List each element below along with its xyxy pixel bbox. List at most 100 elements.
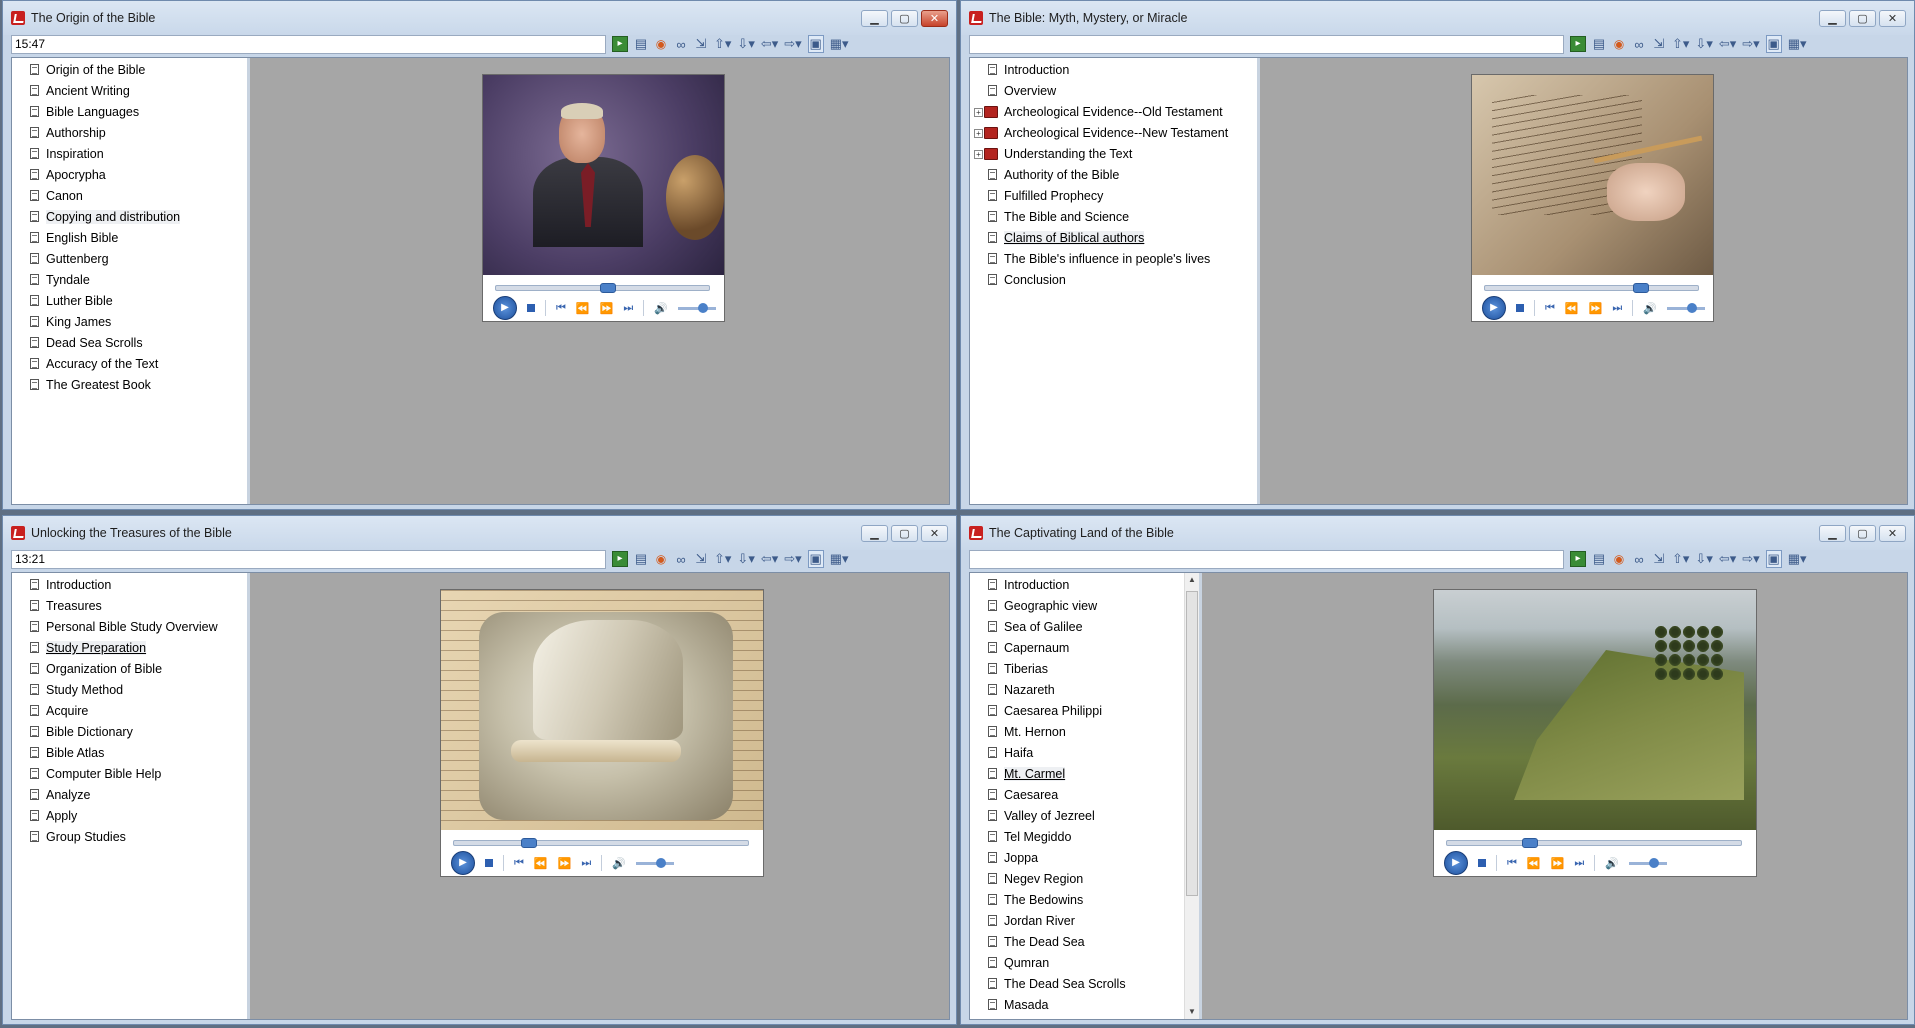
toc-item[interactable]: Sea of Galilee [970,617,1199,638]
minimize-icon[interactable]: ▁ [861,10,888,27]
next-icon[interactable]: ⏭ [1612,302,1622,315]
volume-icon[interactable]: 🔊 [612,857,626,870]
play-icon[interactable]: ▶ [1482,296,1506,320]
expand-icon[interactable]: + [974,108,983,117]
toc-item[interactable]: Tiberias [970,659,1199,680]
toc-item[interactable]: Bible Languages [12,102,247,123]
prev-icon[interactable]: ⏮ [514,857,524,870]
toc-item[interactable]: Accuracy of the Text [12,354,247,375]
seek-bar[interactable] [495,283,710,293]
record-icon[interactable]: ◉ [1612,552,1626,566]
down-arrow-icon[interactable]: ⇩▾ [1695,36,1712,52]
scroll-down-icon[interactable]: ▼ [1185,1005,1199,1019]
scroll-up-icon[interactable]: ▲ [1185,573,1199,587]
maximize-icon[interactable]: ▢ [891,10,918,27]
seek-bar[interactable] [1484,283,1699,293]
toc-item[interactable]: Introduction [12,575,247,596]
toc-item[interactable]: Luther Bible [12,291,247,312]
go-icon[interactable]: ▸ [1570,36,1586,52]
forward-arrow-icon[interactable]: ⇨▾ [1742,551,1759,567]
toc-item[interactable]: Caesarea [970,785,1199,806]
down-arrow-icon[interactable]: ⇩▾ [737,36,754,52]
address-field[interactable] [969,34,1564,54]
fast-forward-icon[interactable]: ⏩ [1589,302,1603,315]
toc-item[interactable]: Canon [12,186,247,207]
toc-item[interactable]: Valley of Jezreel [970,806,1199,827]
toc-item[interactable]: Mt. Hernon [970,722,1199,743]
next-icon[interactable]: ⏭ [623,302,633,315]
toc-item[interactable]: Conclusion [970,270,1257,291]
toc-item[interactable]: Analyze [12,785,247,806]
address-field[interactable] [11,34,606,54]
toc-item[interactable]: Tyndale [12,270,247,291]
volume-icon[interactable]: 🔊 [1643,302,1657,315]
toc-item[interactable]: + Archeological Evidence--New Testament [970,123,1257,144]
title-bar[interactable]: Unlocking the Treasures of the Bible ▁ ▢ ✕ [3,516,956,550]
back-arrow-icon[interactable]: ⇦▾ [1719,36,1736,52]
toc-item[interactable]: Acquire [12,701,247,722]
minimize-icon[interactable]: ▁ [1819,10,1846,27]
fast-forward-icon[interactable]: ⏩ [600,302,614,315]
volume-slider[interactable] [1666,302,1705,313]
go-icon[interactable]: ▸ [612,36,628,52]
volume-slider[interactable] [1628,857,1667,868]
seek-knob[interactable] [1633,283,1650,293]
volume-icon[interactable]: 🔊 [1605,857,1619,870]
toc-item[interactable]: Overview [970,81,1257,102]
go-icon[interactable]: ▸ [1570,551,1586,567]
down-arrow-icon[interactable]: ⇩▾ [737,551,754,567]
record-icon[interactable]: ◉ [654,37,668,51]
toc-scrollbar[interactable]: ▲ ▼ [1184,573,1199,1019]
toc-item[interactable]: + Archeological Evidence--Old Testament [970,102,1257,123]
toc-item[interactable]: The Bedowins [970,890,1199,911]
resize-icon[interactable]: ⇲ [1652,36,1666,52]
toc-item[interactable]: Masada [970,995,1199,1016]
toc-item[interactable]: Introduction [970,575,1199,596]
toc-item[interactable]: The Bible and Science [970,207,1257,228]
up-arrow-icon[interactable]: ⇧▾ [1672,36,1689,52]
toc-item[interactable]: Study Preparation [12,638,247,659]
layout-icon[interactable]: ▣ [1765,35,1782,53]
toc-item[interactable]: Computer Bible Help [12,764,247,785]
toc-item[interactable]: Introduction [970,60,1257,81]
forward-arrow-icon[interactable]: ⇨▾ [1742,36,1759,52]
toc-item[interactable]: Bible Dictionary [12,722,247,743]
seek-bar[interactable] [453,838,749,848]
address-field[interactable] [11,549,606,569]
layout-icon[interactable]: ▣ [807,35,824,53]
fast-forward-icon[interactable]: ⏩ [558,857,572,870]
rewind-icon[interactable]: ⏪ [534,857,548,870]
toc-item[interactable]: Apply [12,806,247,827]
resize-icon[interactable]: ⇲ [694,36,708,52]
toc-item[interactable]: Organization of Bible [12,659,247,680]
toc-item[interactable]: Fulfilled Prophecy [970,186,1257,207]
toc-item[interactable]: Apocrypha [12,165,247,186]
play-icon[interactable]: ▶ [451,851,475,875]
maximize-icon[interactable]: ▢ [1849,10,1876,27]
toc-item[interactable]: The Dead Sea Scrolls [970,974,1199,995]
maximize-icon[interactable]: ▢ [891,525,918,542]
stop-icon[interactable] [1478,859,1486,867]
volume-icon[interactable]: 🔊 [654,302,668,315]
layout-icon[interactable]: ▣ [807,550,824,568]
video-frame[interactable] [1472,75,1713,275]
play-icon[interactable]: ▶ [493,296,517,320]
stop-icon[interactable] [527,304,535,312]
close-icon[interactable]: ✕ [1879,10,1906,27]
next-icon[interactable]: ⏭ [1574,857,1584,870]
up-arrow-icon[interactable]: ⇧▾ [1672,551,1689,567]
link-icon[interactable]: ∞ [1632,37,1646,52]
rewind-icon[interactable]: ⏪ [576,302,590,315]
minimize-icon[interactable]: ▁ [861,525,888,542]
minimize-icon[interactable]: ▁ [1819,525,1846,542]
video-frame[interactable] [483,75,724,275]
seek-bar[interactable] [1446,838,1742,848]
copy-icon[interactable]: ▤ [634,551,648,567]
layout-icon[interactable]: ▣ [1765,550,1782,568]
play-icon[interactable]: ▶ [1444,851,1468,875]
address-field[interactable] [969,549,1564,569]
view-menu-icon[interactable]: ▦▾ [830,36,849,52]
toc-item[interactable]: Qumran [970,953,1199,974]
toc-item[interactable]: The Bible's influence in people's lives [970,249,1257,270]
toc-item[interactable]: Joppa [970,848,1199,869]
